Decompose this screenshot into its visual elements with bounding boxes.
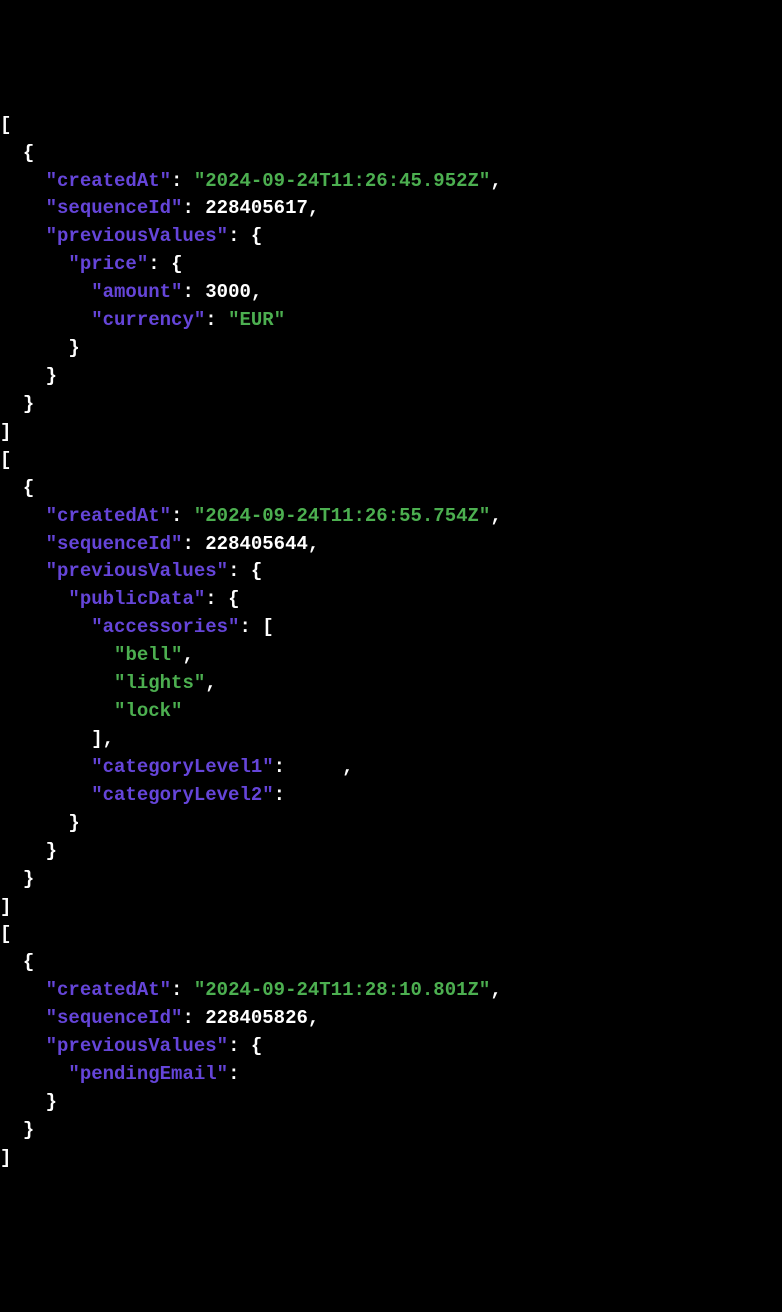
key-previousValues: "previousValues" (46, 560, 228, 582)
bracket-open: [ (0, 449, 11, 471)
key-price: "price" (68, 253, 148, 275)
brace-open: { (23, 142, 34, 164)
value-sequenceId-1: 228405644 (205, 533, 308, 555)
value-currency: "EUR" (228, 309, 285, 331)
bracket-close: ] (0, 421, 11, 443)
value-accessory-0: "bell" (114, 644, 182, 666)
bracket-open: [ (0, 114, 11, 136)
json-output: [ { "createdAt": "2024-09-24T11:26:45.95… (0, 112, 782, 1173)
key-currency: "currency" (91, 309, 205, 331)
key-sequenceId: "sequenceId" (46, 197, 183, 219)
key-createdAt: "createdAt" (46, 170, 171, 192)
value-sequenceId-2: 228405826 (205, 1007, 308, 1029)
value-sequenceId-0: 228405617 (205, 197, 308, 219)
key-categoryLevel1: "categoryLevel1" (91, 756, 273, 778)
value-createdAt-2: "2024-09-24T11:28:10.801Z" (194, 979, 490, 1001)
key-createdAt: "createdAt" (46, 505, 171, 527)
key-previousValues: "previousValues" (46, 1035, 228, 1057)
value-accessory-1: "lights" (114, 672, 205, 694)
key-previousValues: "previousValues" (46, 225, 228, 247)
bracket-open: [ (0, 923, 11, 945)
bracket-close: ] (0, 896, 11, 918)
key-amount: "amount" (91, 281, 182, 303)
key-sequenceId: "sequenceId" (46, 1007, 183, 1029)
key-pendingEmail: "pendingEmail" (68, 1063, 228, 1085)
value-createdAt-0: "2024-09-24T11:26:45.952Z" (194, 170, 490, 192)
key-createdAt: "createdAt" (46, 979, 171, 1001)
value-accessory-2: "lock" (114, 700, 182, 722)
key-accessories: "accessories" (91, 616, 239, 638)
key-categoryLevel2: "categoryLevel2" (91, 784, 273, 806)
key-publicData: "publicData" (68, 588, 205, 610)
bracket-close: ] (0, 1147, 11, 1169)
value-amount: 3000 (205, 281, 251, 303)
value-createdAt-1: "2024-09-24T11:26:55.754Z" (194, 505, 490, 527)
brace-open: { (23, 951, 34, 973)
key-sequenceId: "sequenceId" (46, 533, 183, 555)
brace-open: { (23, 477, 34, 499)
